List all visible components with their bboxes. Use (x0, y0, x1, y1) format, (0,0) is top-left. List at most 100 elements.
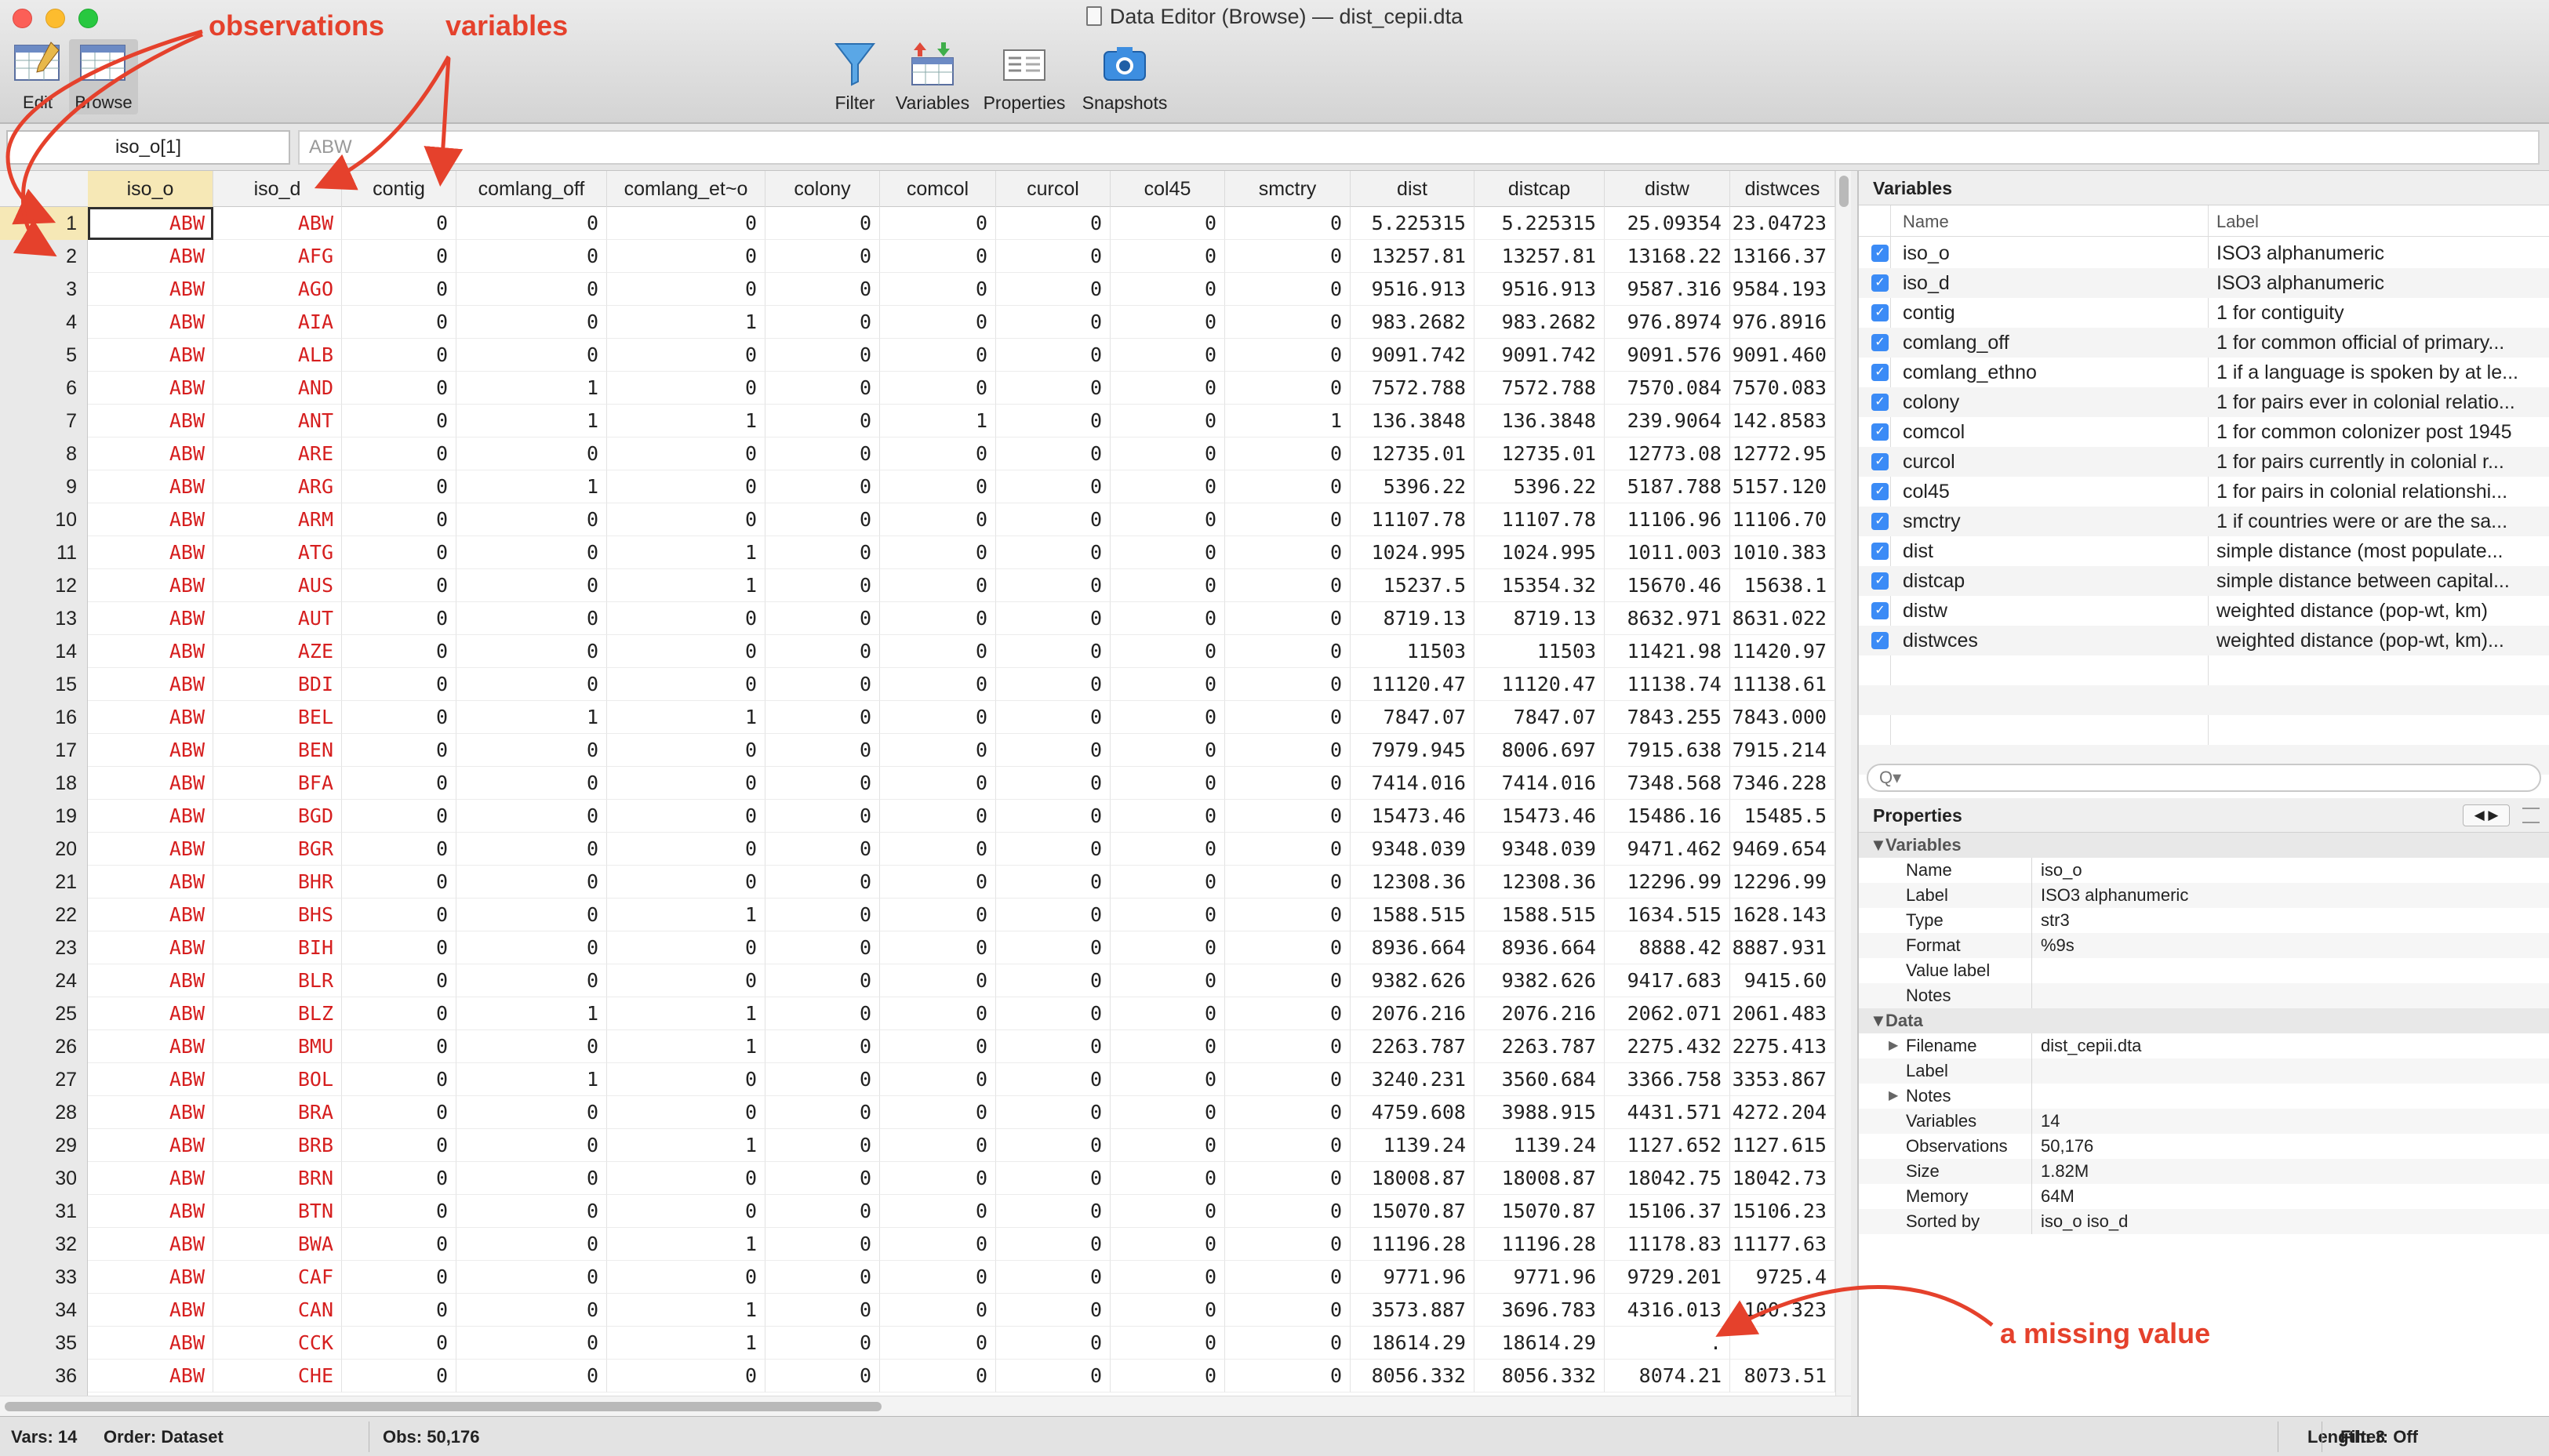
grid-cell[interactable]: 7843.255 (1605, 701, 1730, 734)
grid-cell[interactable]: 0 (996, 767, 1111, 800)
grid-cell[interactable]: CAN (213, 1294, 342, 1327)
grid-cell[interactable]: 9091.576 (1605, 339, 1730, 372)
grid-cell[interactable]: ALB (213, 339, 342, 372)
grid-cell[interactable]: 1588.515 (1474, 899, 1605, 931)
grid-cell[interactable]: 0 (765, 635, 880, 668)
grid-cell[interactable]: 0 (1111, 899, 1225, 931)
grid-cell[interactable]: 0 (880, 997, 996, 1030)
grid-cell[interactable]: AUT (213, 602, 342, 635)
grid-cell[interactable]: 0 (765, 273, 880, 306)
grid-cell[interactable]: 0 (880, 207, 996, 240)
column-header-iso-o[interactable]: iso_o (88, 171, 213, 207)
grid-cell[interactable]: 0 (342, 1162, 456, 1195)
grid-cell[interactable]: 15070.87 (1351, 1195, 1474, 1228)
row-number[interactable]: 10 (0, 503, 88, 536)
grid-cell[interactable]: 0 (1111, 306, 1225, 339)
grid-cell[interactable]: BRN (213, 1162, 342, 1195)
variable-visible-checkbox[interactable]: ✓ (1871, 632, 1889, 649)
grid-cell[interactable]: 0 (456, 1195, 607, 1228)
row-number[interactable]: 12 (0, 569, 88, 602)
grid-cell[interactable]: 0 (880, 569, 996, 602)
grid-cell[interactable]: 11107.78 (1351, 503, 1474, 536)
grid-cell[interactable]: ABW (88, 1162, 213, 1195)
grid-cell[interactable]: 11178.83 (1605, 1228, 1730, 1261)
grid-cell[interactable]: 11420.97 (1730, 635, 1835, 668)
grid-cell[interactable]: BLZ (213, 997, 342, 1030)
grid-cell[interactable]: 0 (456, 833, 607, 866)
grid-cell[interactable]: 13168.22 (1605, 240, 1730, 273)
grid-cell[interactable]: 0 (456, 602, 607, 635)
grid-cell[interactable]: 1139.24 (1351, 1129, 1474, 1162)
grid-cell[interactable]: 9415.60 (1730, 964, 1835, 997)
grid-cell[interactable]: 0 (1111, 701, 1225, 734)
grid-cell[interactable]: 0 (996, 273, 1111, 306)
filter-button[interactable]: Filter (831, 39, 878, 114)
row-number[interactable]: 22 (0, 899, 88, 931)
grid-cell[interactable]: 0 (607, 668, 765, 701)
grid-cell[interactable]: 0 (880, 635, 996, 668)
grid-cell[interactable]: 1628.143 (1730, 899, 1835, 931)
grid-cell[interactable]: 1 (607, 701, 765, 734)
grid-cell[interactable]: 0 (765, 1063, 880, 1096)
row-number[interactable]: 23 (0, 931, 88, 964)
grid-cell[interactable]: ABW (88, 701, 213, 734)
grid-cell[interactable]: ABW (88, 1294, 213, 1327)
grid-cell[interactable]: 0 (996, 833, 1111, 866)
vertical-scroll-thumb[interactable] (1839, 176, 1849, 207)
grid-cell[interactable]: 0 (996, 1195, 1111, 1228)
grid-cell[interactable]: ABW (88, 767, 213, 800)
grid-cell[interactable]: 0 (456, 306, 607, 339)
grid-cell[interactable]: 0 (996, 1030, 1111, 1063)
grid-cell[interactable]: 0 (765, 569, 880, 602)
grid-cell[interactable]: 0 (342, 1195, 456, 1228)
grid-cell[interactable]: 25.09354 (1605, 207, 1730, 240)
grid-cell[interactable]: 0 (1225, 1294, 1351, 1327)
grid-cell[interactable]: ABW (88, 1228, 213, 1261)
grid-cell[interactable]: 239.9064 (1605, 405, 1730, 438)
grid-cell[interactable]: ABW (88, 899, 213, 931)
grid-cell[interactable]: 0 (456, 635, 607, 668)
row-number[interactable]: 33 (0, 1261, 88, 1294)
grid-cell[interactable]: 0 (1111, 1162, 1225, 1195)
grid-cell[interactable]: 0 (342, 767, 456, 800)
grid-cell[interactable]: BOL (213, 1063, 342, 1096)
grid-cell[interactable]: 0 (607, 1360, 765, 1392)
grid-cell[interactable]: 9771.96 (1474, 1261, 1605, 1294)
grid-cell[interactable]: 0 (880, 339, 996, 372)
grid-cell[interactable]: 0 (1225, 866, 1351, 899)
grid-cell[interactable]: ABW (88, 240, 213, 273)
grid-cell[interactable]: 0 (456, 1096, 607, 1129)
row-number[interactable]: 1 (0, 207, 88, 240)
grid-cell[interactable]: 0 (1111, 1030, 1225, 1063)
grid-cell[interactable]: 4759.608 (1351, 1096, 1474, 1129)
grid-cell[interactable]: ABW (88, 1096, 213, 1129)
grid-cell[interactable]: 0 (880, 931, 996, 964)
grid-cell[interactable]: 11196.28 (1351, 1228, 1474, 1261)
property-value[interactable]: 50,176 (2041, 1134, 2093, 1159)
grid-cell[interactable]: 18042.75 (1605, 1162, 1730, 1195)
variable-row[interactable]: ✓ smctry 1 if countries were or are the sa… (1859, 507, 2549, 536)
grid-cell[interactable]: 0 (765, 997, 880, 1030)
grid-cell[interactable]: BRB (213, 1129, 342, 1162)
grid-cell[interactable]: 11120.47 (1474, 668, 1605, 701)
grid-cell[interactable]: 0 (342, 273, 456, 306)
grid-cell[interactable]: 0 (765, 833, 880, 866)
grid-cell[interactable]: 0 (1111, 964, 1225, 997)
grid-cell[interactable]: ABW (88, 536, 213, 569)
row-number[interactable]: 5 (0, 339, 88, 372)
row-number[interactable]: 13 (0, 602, 88, 635)
grid-cell[interactable]: ABW (88, 207, 213, 240)
grid-cell[interactable]: 3366.758 (1605, 1063, 1730, 1096)
grid-cell[interactable]: 0 (1111, 931, 1225, 964)
grid-cell[interactable]: 0 (342, 635, 456, 668)
grid-cell[interactable]: 0 (1111, 273, 1225, 306)
row-number[interactable]: 26 (0, 1030, 88, 1063)
grid-cell[interactable]: 7346.228 (1730, 767, 1835, 800)
grid-cell[interactable]: 0 (1225, 899, 1351, 931)
grid-cell[interactable]: 0 (765, 470, 880, 503)
grid-cell[interactable]: 0 (607, 207, 765, 240)
grid-cell[interactable]: 0 (1111, 997, 1225, 1030)
grid-cell[interactable]: BRA (213, 1096, 342, 1129)
property-row[interactable]: Format %9s (1859, 933, 2549, 958)
grid-cell[interactable]: 0 (1111, 1096, 1225, 1129)
